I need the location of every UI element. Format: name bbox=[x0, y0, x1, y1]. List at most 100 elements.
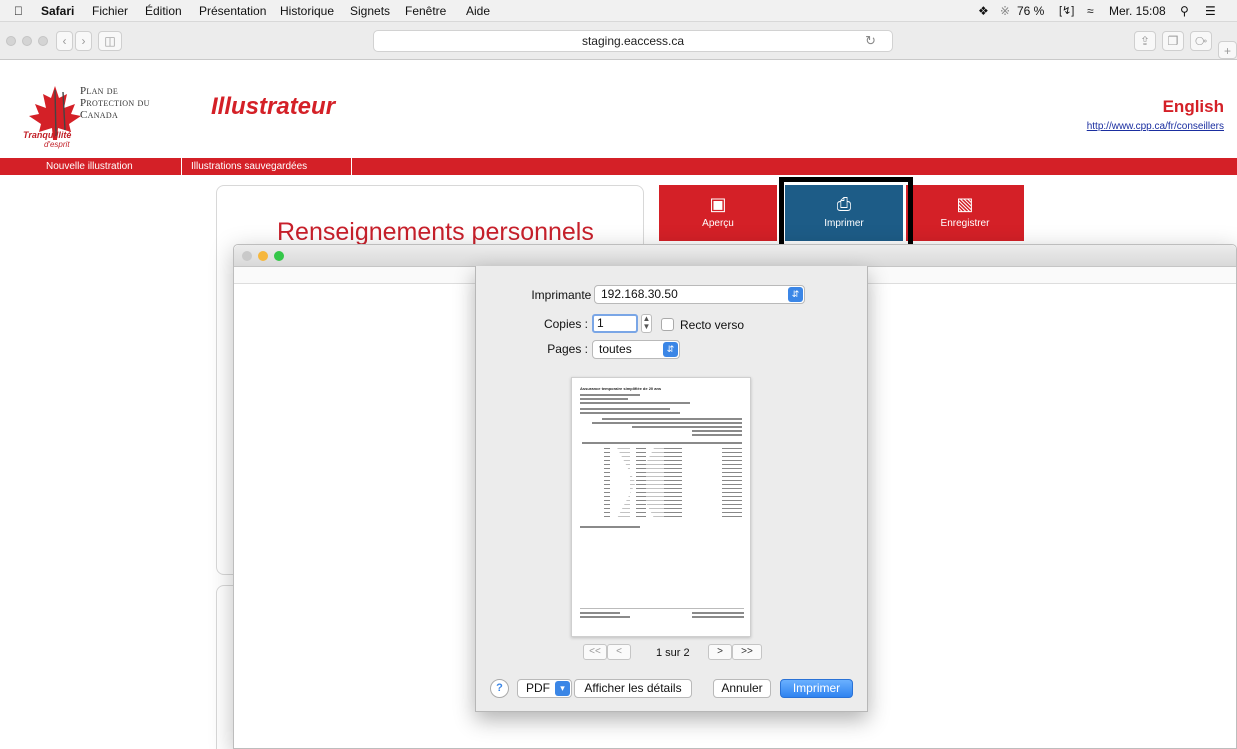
logo-tagline-1: Tranquillité bbox=[23, 130, 72, 140]
menu-app-safari[interactable]: Safari bbox=[41, 4, 74, 18]
preview-col bbox=[722, 448, 742, 518]
preview-window-titlebar bbox=[234, 245, 1236, 267]
menu-edition[interactable]: Édition bbox=[145, 4, 182, 18]
copies-input[interactable]: 1 bbox=[592, 314, 638, 333]
logo-wordmark: Plan de Protection du Canada bbox=[80, 85, 150, 121]
preview-table-header bbox=[582, 442, 742, 444]
notification-center-icon[interactable]: ☰ bbox=[1205, 4, 1216, 18]
preview-text-line bbox=[580, 412, 680, 414]
save-button[interactable]: ▧ Enregistrer bbox=[906, 185, 1024, 241]
next-page-button[interactable]: > bbox=[708, 644, 732, 660]
battery-percent: 76 % bbox=[1017, 4, 1045, 18]
preview-text-line bbox=[580, 408, 670, 410]
bluetooth-icon[interactable]: ※ bbox=[1000, 4, 1010, 18]
preview-button[interactable]: ▣ Aperçu bbox=[659, 185, 777, 241]
tabs-overview-icon[interactable]: ❐ bbox=[1162, 31, 1184, 51]
chevron-updown-icon: ⇵ bbox=[663, 342, 678, 357]
language-link[interactable]: English bbox=[1163, 97, 1224, 117]
apple-icon[interactable]:  bbox=[14, 4, 23, 18]
sidebar-icon[interactable]: ◫ bbox=[98, 31, 122, 51]
save-button-label: Enregistrer bbox=[940, 218, 990, 229]
menu-signets[interactable]: Signets bbox=[350, 4, 390, 18]
printer-value: 192.168.30.50 bbox=[601, 287, 678, 301]
confirm-print-button[interactable]: Imprimer bbox=[780, 679, 853, 698]
menu-fichier[interactable]: Fichier bbox=[92, 4, 128, 18]
downloads-icon[interactable]: ⧂ bbox=[1190, 31, 1212, 51]
show-details-button[interactable]: Afficher les détails bbox=[574, 679, 692, 698]
wifi-icon[interactable]: ≈ bbox=[1087, 4, 1094, 18]
chevron-updown-icon: ⇵ bbox=[788, 287, 803, 302]
window-close-button-inactive[interactable] bbox=[6, 36, 16, 46]
window-close-button[interactable] bbox=[242, 251, 252, 261]
window-zoom-button-inactive[interactable] bbox=[38, 36, 48, 46]
forward-button[interactable]: › bbox=[75, 31, 92, 51]
print-button-highlight bbox=[779, 177, 913, 250]
pages-label: Pages : bbox=[547, 342, 588, 356]
preview-footer-text bbox=[580, 616, 630, 618]
last-page-button[interactable]: >> bbox=[732, 644, 762, 660]
spotlight-icon[interactable]: ⚲ bbox=[1180, 4, 1189, 18]
preview-col bbox=[604, 448, 610, 518]
window-minimize-button-inactive[interactable] bbox=[22, 36, 32, 46]
menu-historique[interactable]: Historique bbox=[280, 4, 334, 18]
preview-col bbox=[664, 448, 682, 518]
copies-stepper[interactable]: ▲ ▼ bbox=[641, 314, 652, 333]
nav-divider bbox=[181, 158, 182, 175]
logo-line-1: Plan de bbox=[80, 85, 119, 97]
pages-value: toutes bbox=[599, 342, 632, 356]
cancel-button[interactable]: Annuler bbox=[713, 679, 771, 698]
menu-aide[interactable]: Aide bbox=[466, 4, 490, 18]
duplex-label: Recto verso bbox=[680, 318, 745, 332]
window-zoom-button[interactable] bbox=[274, 251, 284, 261]
back-button[interactable]: ‹ bbox=[56, 31, 73, 51]
menu-presentation[interactable]: Présentation bbox=[199, 4, 266, 18]
chevron-down-icon: ▾ bbox=[555, 681, 570, 696]
logo-tagline-2: d'esprit bbox=[44, 140, 70, 149]
share-icon[interactable]: ⇪ bbox=[1134, 31, 1156, 51]
window-minimize-button[interactable] bbox=[258, 251, 268, 261]
preview-doc-title: Assurance temporaire simplifiée de 20 an… bbox=[580, 386, 662, 391]
preview-col bbox=[636, 448, 646, 518]
card-title: Renseignements personnels bbox=[277, 218, 594, 246]
copies-label: Copies : bbox=[543, 317, 588, 331]
safari-toolbar: ‹ › ◫ staging.eaccess.ca ↻ ⇪ ❐ ⧂ + bbox=[0, 22, 1237, 60]
nav-new-illustration[interactable]: Nouvelle illustration bbox=[46, 158, 133, 175]
dropbox-icon[interactable]: ❖ bbox=[978, 4, 989, 18]
help-button[interactable]: ? bbox=[490, 679, 509, 698]
print-dialog: Imprimante : 192.168.30.50 ⇵ Copies : 1 … bbox=[475, 266, 868, 712]
image-icon: ▣ bbox=[709, 194, 727, 214]
advisors-link[interactable]: http://www.cpp.ca/fr/conseillers bbox=[1087, 121, 1224, 132]
print-preview-page: Assurance temporaire simplifiée de 20 an… bbox=[571, 377, 751, 637]
duplex-checkbox[interactable] bbox=[661, 318, 674, 331]
preview-text-line bbox=[692, 430, 742, 432]
menu-fenetre[interactable]: Fenêtre bbox=[405, 4, 446, 18]
pdf-label: PDF bbox=[526, 681, 550, 695]
floppy-disk-icon: ▧ bbox=[956, 194, 974, 214]
preview-footer-text bbox=[692, 616, 744, 618]
preview-footer-rule bbox=[580, 608, 744, 609]
new-tab-button[interactable]: + bbox=[1218, 41, 1237, 59]
preview-footer-text bbox=[692, 612, 744, 614]
menubar-clock[interactable]: Mer. 15:08 bbox=[1109, 4, 1166, 18]
reload-icon[interactable]: ↻ bbox=[865, 31, 876, 51]
preview-footnote bbox=[580, 526, 640, 528]
preview-button-label: Aperçu bbox=[702, 218, 734, 229]
nav-saved-illustrations[interactable]: Illustrations sauvegardées bbox=[191, 158, 307, 175]
preview-text-line bbox=[580, 394, 640, 396]
main-nav: Nouvelle illustration Illustrations sauv… bbox=[0, 158, 1237, 175]
first-page-button[interactable]: << bbox=[583, 644, 607, 660]
address-bar[interactable]: staging.eaccess.ca ↻ bbox=[373, 30, 893, 52]
printer-select[interactable]: 192.168.30.50 ⇵ bbox=[594, 285, 805, 304]
preview-text-line bbox=[592, 422, 742, 424]
pages-select[interactable]: toutes ⇵ bbox=[592, 340, 680, 359]
logo-line-2: Protection du bbox=[80, 97, 150, 109]
logo-line-3: Canada bbox=[80, 109, 119, 121]
preview-text-line bbox=[632, 426, 742, 428]
preview-text-line bbox=[580, 398, 628, 400]
previous-page-button[interactable]: < bbox=[607, 644, 631, 660]
printer-label: Imprimante : bbox=[531, 288, 598, 302]
url-text: staging.eaccess.ca bbox=[581, 34, 685, 48]
battery-icon[interactable]: [↯] bbox=[1059, 4, 1074, 17]
macos-menubar:  Safari Fichier Édition Présentation Hi… bbox=[0, 0, 1237, 22]
preview-text-line bbox=[602, 418, 742, 420]
